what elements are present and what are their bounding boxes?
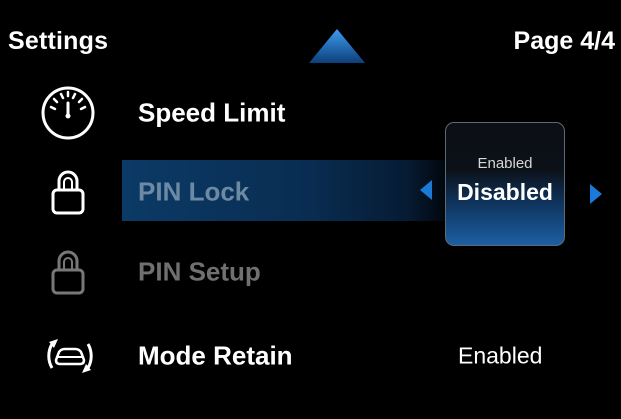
speedometer-icon: [41, 86, 95, 140]
menu-item-label: Mode Retain: [138, 340, 293, 371]
current-option[interactable]: Disabled: [446, 179, 564, 206]
padlock-icon: [51, 250, 85, 295]
menu-item-label: Speed Limit: [138, 97, 286, 128]
previous-option[interactable]: Enabled: [446, 155, 564, 172]
mode-retain-icon: [47, 339, 93, 373]
previous-option-arrow-icon[interactable]: [420, 180, 432, 200]
menu-item-mode-retain[interactable]: Mode Retain Enabled: [0, 324, 621, 388]
padlock-icon: [51, 170, 85, 215]
menu-item-label: PIN Lock: [138, 176, 250, 207]
page-title: Settings: [8, 27, 109, 55]
option-selector-popup[interactable]: Enabled Disabled: [445, 122, 565, 246]
menu-item-pin-setup[interactable]: PIN Setup: [0, 240, 621, 304]
header: Settings Page 4/4: [0, 0, 621, 80]
scroll-up-arrow-icon[interactable]: [309, 29, 365, 63]
menu-item-label: PIN Setup: [138, 256, 261, 287]
menu-item-value: Enabled: [458, 342, 543, 369]
page-indicator: Page 4/4: [513, 27, 615, 55]
next-option-arrow-icon[interactable]: [590, 184, 602, 204]
